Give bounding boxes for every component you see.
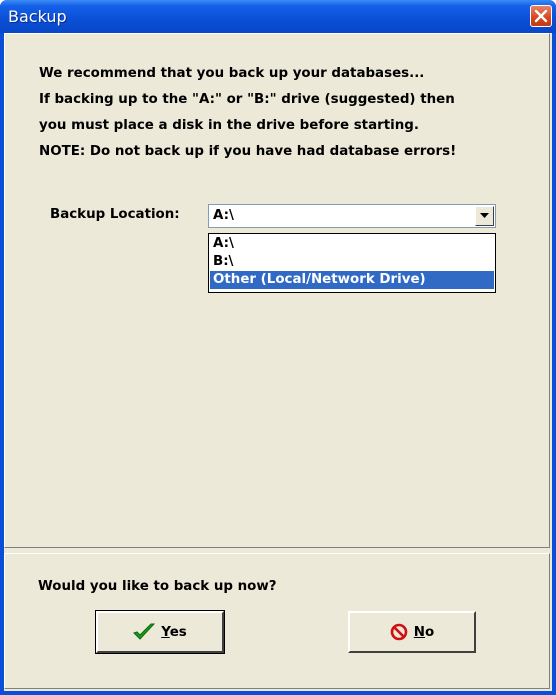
message-line-1: We recommend that you back up your datab… [39, 66, 425, 81]
backup-dialog: Backup We recommend that you back up you… [0, 0, 556, 695]
no-button-label: No [413, 624, 435, 640]
message-line-3: you must place a disk in the drive befor… [39, 118, 419, 133]
backup-location-combobox[interactable]: A:\ [208, 204, 496, 228]
close-button[interactable] [530, 5, 552, 27]
option-other-drive[interactable]: Other (Local/Network Drive) [210, 271, 494, 289]
chevron-down-icon [480, 213, 489, 218]
title-bar[interactable]: Backup [0, 0, 556, 33]
yes-button[interactable]: Yes [95, 610, 225, 654]
info-panel: We recommend that you back up your datab… [4, 33, 550, 548]
close-icon [534, 9, 548, 23]
no-button[interactable]: No [348, 611, 476, 653]
window-title: Backup [8, 7, 67, 26]
dropdown-arrow-button[interactable] [475, 206, 494, 226]
message-line-4: NOTE: Do not back up if you have had dat… [39, 144, 457, 159]
option-a-drive[interactable]: A:\ [210, 235, 494, 253]
option-b-drive[interactable]: B:\ [210, 253, 494, 271]
backup-prompt: Would you like to back up now? [38, 579, 277, 594]
backup-location-dropdown-list[interactable]: A:\ B:\ Other (Local/Network Drive) [208, 233, 496, 293]
dialog-body: We recommend that you back up your datab… [4, 33, 552, 691]
checkmark-icon [133, 623, 156, 640]
prohibited-icon [390, 623, 408, 641]
backup-location-label: Backup Location: [50, 207, 180, 222]
message-line-2: If backing up to the "A:" or "B:" drive … [39, 92, 455, 107]
yes-button-label: Yes [161, 624, 187, 640]
backup-location-value: A:\ [213, 208, 234, 223]
